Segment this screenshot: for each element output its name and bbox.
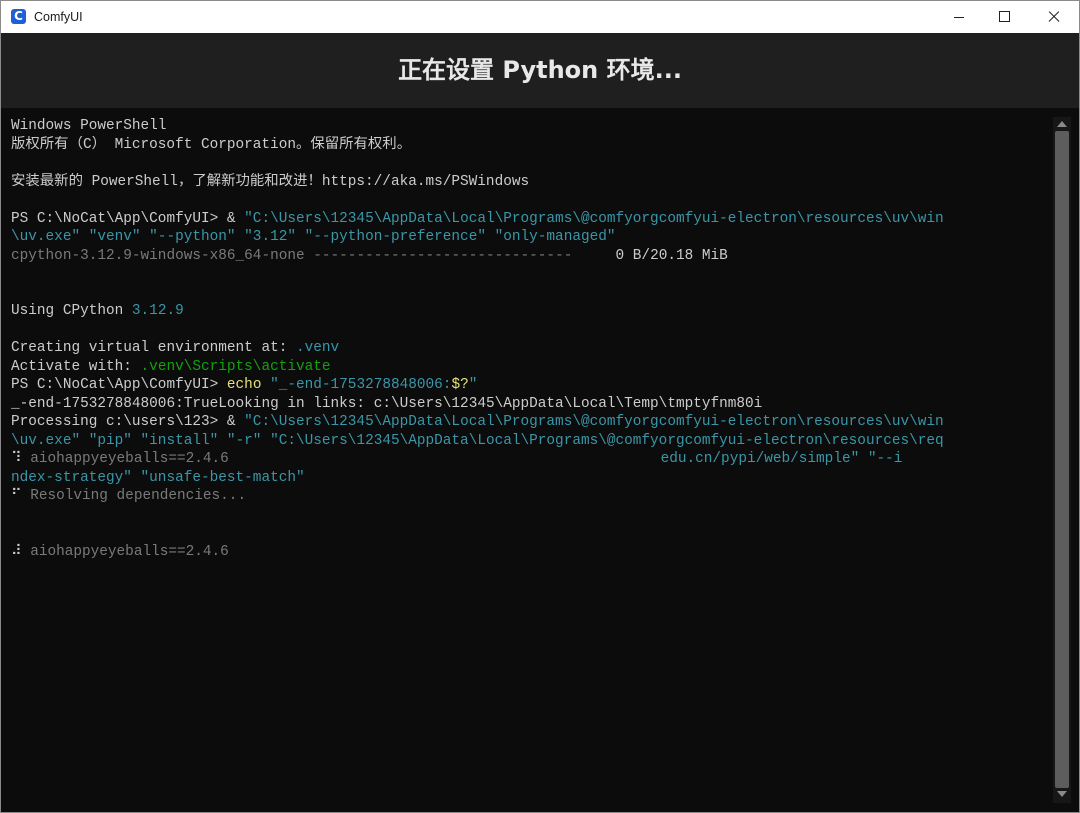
terminal-line: Windows PowerShell	[11, 117, 1051, 136]
terminal-text-segment: Processing c:\users\123> &	[11, 414, 245, 430]
terminal-text-segment: ⠋	[11, 488, 31, 504]
terminal-line: PS C:\NoCat\App\ComfyUI> echo "_-end-175…	[11, 376, 1051, 395]
terminal-text-segment: \uv.exe" "venv" "--python" "3.12" "--pyt…	[11, 229, 616, 245]
terminal-line: Using CPython 3.12.9	[11, 302, 1051, 321]
terminal-line: ndex-strategy" "unsafe-best-match"	[11, 469, 1051, 488]
terminal-text-segment: aiohappyeyeballs==2.4.6	[30, 451, 229, 467]
setup-header: 正在设置 Python 环境...	[1, 33, 1079, 108]
close-icon[interactable]	[1029, 1, 1077, 33]
terminal-text-segment: 0 B/20.18 MiB	[572, 247, 728, 264]
terminal-text-segment: \uv.exe" "pip" "install" "-r" "C:\Users\…	[11, 432, 944, 449]
terminal-text-segment: ndex-strategy" "unsafe-best-match"	[11, 469, 305, 486]
app-icon-glyph: C	[14, 9, 23, 23]
window-title: ComfyUI	[34, 10, 83, 24]
terminal-text-segment: PS C:\NoCat\App\ComfyUI> &	[11, 210, 245, 227]
terminal-line: \uv.exe" "pip" "install" "-r" "C:\Users\…	[11, 432, 1051, 451]
terminal-text-segment: $?	[451, 377, 469, 393]
terminal-text-segment: _-end-1753278848006:TrueLooking in links…	[11, 395, 763, 412]
terminal-scrollbar[interactable]	[1053, 117, 1071, 803]
terminal-line: \uv.exe" "venv" "--python" "3.12" "--pyt…	[11, 228, 1051, 247]
terminal-text-segment: 3.12.9	[131, 303, 184, 319]
terminal-text-segment: "C:\Users\12345\AppData\Local\Programs\@…	[244, 210, 944, 227]
terminal-line: ⠼ aiohappyeyeballs==2.4.6	[11, 543, 1051, 562]
terminal-line: 安装最新的 PowerShell，了解新功能和改进！https://aka.ms…	[11, 173, 1051, 192]
terminal-text-segment: aiohappyeyeballs==2.4.6	[30, 543, 229, 560]
terminal-line: Activate with: .venv\Scripts\activate	[11, 358, 1051, 377]
terminal-text-segment: Resolving dependencies...	[30, 488, 247, 504]
scroll-down-arrow-icon[interactable]	[1057, 791, 1067, 797]
terminal-text-segment: ------------------------------	[313, 247, 573, 264]
terminal-text-segment: "C:\Users\12345\AppData\Local\Programs\@…	[244, 414, 944, 430]
terminal-text-segment: .venv	[295, 340, 340, 356]
terminal-text-segment: cpython-3.12.9-windows-x86_64-none	[11, 247, 314, 264]
terminal-text-segment: Activate with:	[11, 358, 141, 375]
comfyui-window: C ComfyUI 正在设置 Python 环境... Windows Powe…	[0, 0, 1080, 813]
terminal-line: ⠋ Resolving dependencies...	[11, 487, 1051, 506]
terminal-output[interactable]: Windows PowerShell 版权所有（C） Microsoft Corp…	[1, 108, 1079, 812]
terminal-line: Processing c:\users\123> & "C:\Users\123…	[11, 413, 1051, 432]
page-title: 正在设置 Python 环境...	[398, 56, 682, 84]
terminal-text-segment: echo	[226, 377, 262, 393]
scroll-up-arrow-icon[interactable]	[1057, 121, 1067, 127]
terminal-line: _-end-1753278848006:TrueLooking in links…	[11, 395, 1051, 414]
terminal-text-segment: ⠼	[11, 543, 31, 560]
terminal-text-segment: "_-end-1753278848006:	[261, 377, 452, 393]
terminal-text-segment: "	[468, 377, 478, 393]
maximize-icon[interactable]	[981, 1, 1029, 33]
terminal-text-segment: 版权所有（C） Microsoft Corporation。保留所有权利。	[11, 136, 412, 153]
minimize-icon[interactable]	[935, 1, 983, 33]
terminal-text-segment: .venv\Scripts\activate	[140, 358, 331, 375]
terminal-lines: Windows PowerShell 版权所有（C） Microsoft Corp…	[11, 117, 1051, 561]
terminal-line: PS C:\NoCat\App\ComfyUI> & "C:\Users\123…	[11, 210, 1051, 229]
terminal-line: cpython-3.12.9-windows-x86_64-none -----…	[11, 247, 1051, 266]
scrollbar-thumb[interactable]	[1055, 131, 1069, 788]
terminal-text-segment: Windows PowerShell	[11, 118, 167, 134]
terminal-text-segment: Using CPython	[11, 303, 132, 319]
terminal-text-segment: 安装最新的 PowerShell，了解新功能和改进！https://aka.ms…	[11, 173, 530, 190]
terminal-text-segment: PS C:\NoCat\App\ComfyUI>	[11, 377, 227, 393]
window-titlebar[interactable]: C ComfyUI	[1, 1, 1079, 33]
terminal-text-segment: ⠹	[11, 451, 31, 467]
terminal-line: ⠹ aiohappyeyeballs==2.4.6 edu.cn/pypi/we…	[11, 450, 1051, 469]
terminal-line: 版权所有（C） Microsoft Corporation。保留所有权利。	[11, 136, 1051, 155]
terminal-line: Creating virtual environment at: .venv	[11, 339, 1051, 358]
terminal-text-segment: Creating virtual environment at:	[11, 340, 296, 356]
terminal-text-segment: edu.cn/pypi/web/simple" "--i	[228, 451, 903, 467]
comfyui-app-icon: C	[11, 9, 26, 24]
